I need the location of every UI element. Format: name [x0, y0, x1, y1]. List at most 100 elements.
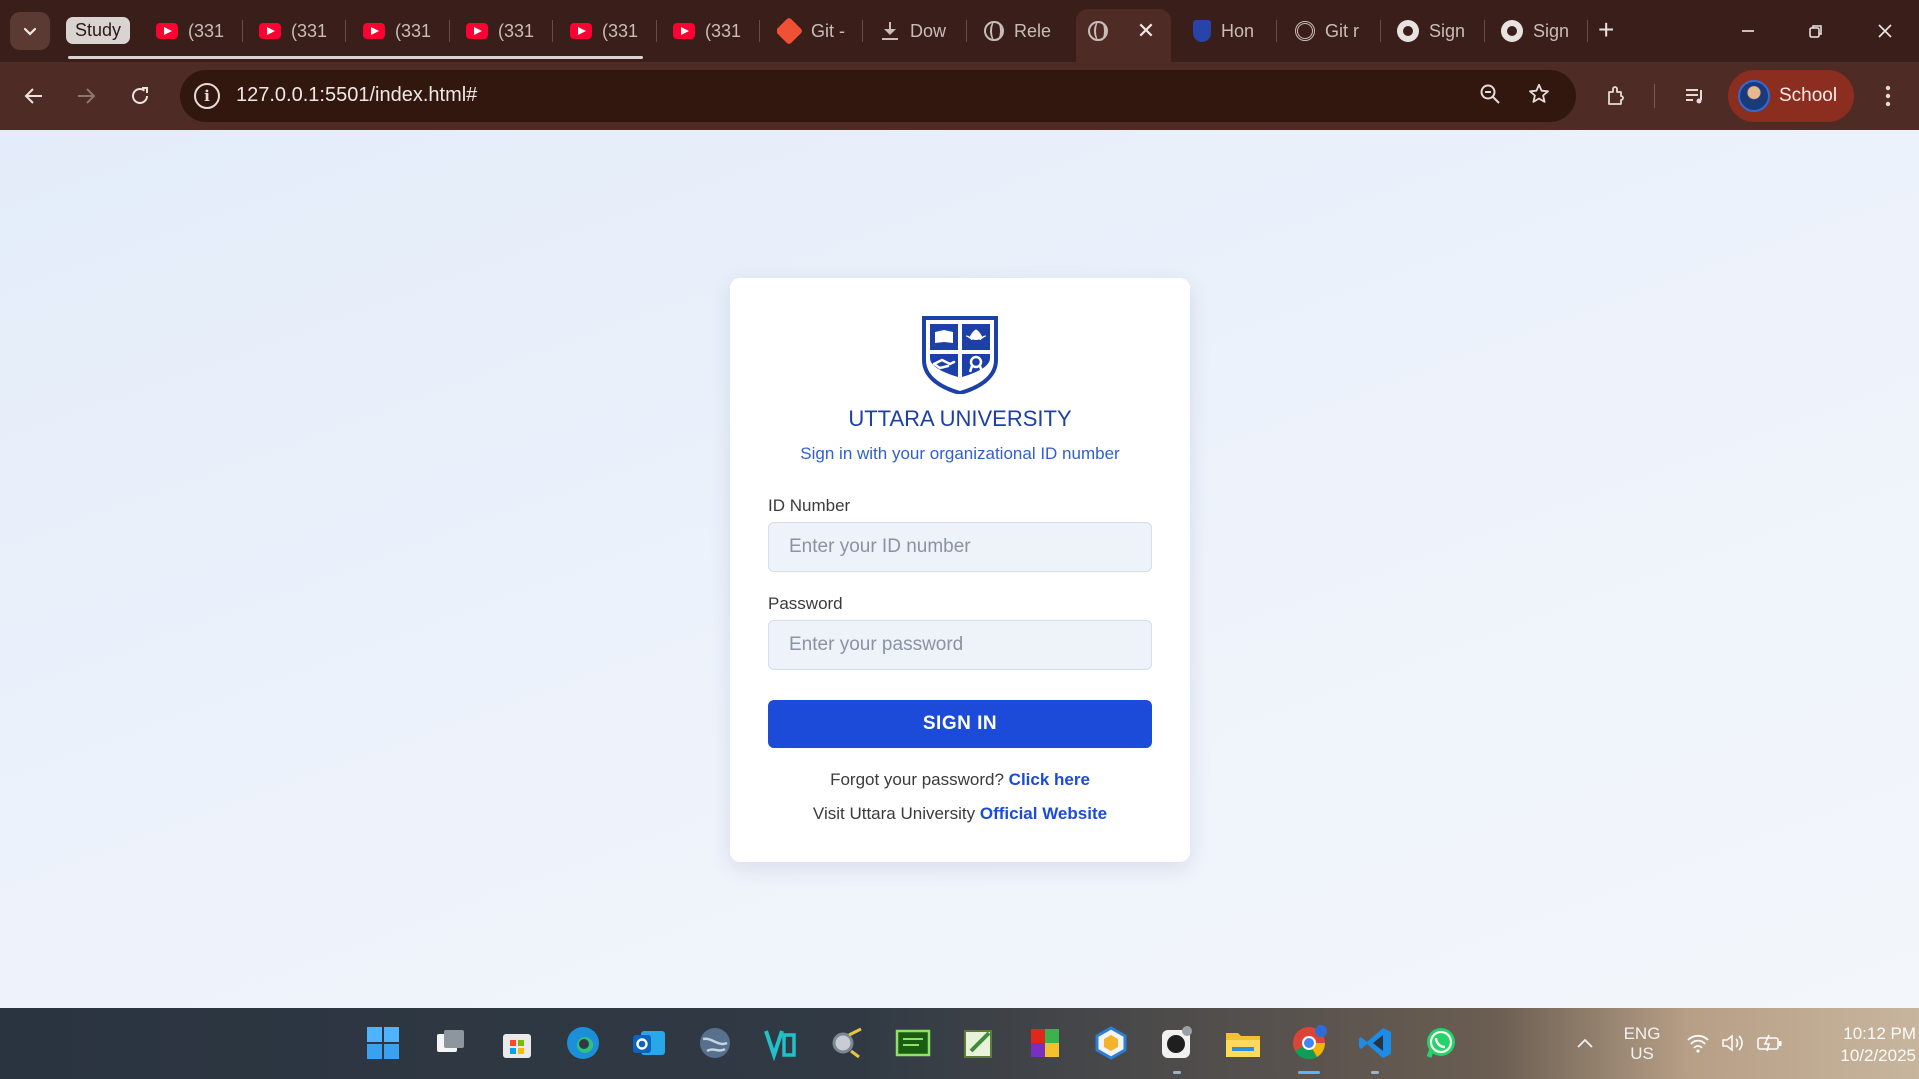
- address-bar[interactable]: i 127.0.0.1:5501/index.html#: [180, 70, 1576, 122]
- chrome-icon[interactable]: [1288, 1022, 1330, 1064]
- forgot-password-text: Forgot your password?: [830, 770, 1004, 789]
- tab-youtube-6[interactable]: (331: [673, 14, 745, 48]
- tab-git[interactable]: Git -: [777, 14, 847, 48]
- start-icon[interactable]: [362, 1022, 404, 1064]
- task-view-icon[interactable]: [430, 1022, 472, 1064]
- youtube-icon: [570, 23, 592, 39]
- store-icon[interactable]: [496, 1022, 538, 1064]
- password-input[interactable]: [768, 620, 1152, 670]
- file-explorer-icon[interactable]: [1222, 1022, 1264, 1064]
- tab-chatgpt[interactable]: Git r: [1295, 14, 1365, 48]
- tab-youtube-4[interactable]: (331: [466, 14, 538, 48]
- clock-time: 10:12 PM: [1843, 1024, 1916, 1043]
- tab-youtube-1[interactable]: (331: [156, 14, 228, 48]
- vb-studio-icon[interactable]: [760, 1022, 802, 1064]
- running-indicator-active: [1298, 1071, 1320, 1074]
- tab-youtube-5[interactable]: (331: [570, 14, 642, 48]
- url-text[interactable]: 127.0.0.1:5501/index.html#: [236, 84, 477, 107]
- battery-icon: [1757, 1034, 1782, 1052]
- office-icon[interactable]: [1024, 1022, 1066, 1064]
- tab-divider: [759, 20, 760, 42]
- minimize-button[interactable]: [1728, 14, 1768, 48]
- tab-divider: [966, 20, 967, 42]
- close-window-button[interactable]: [1865, 14, 1905, 48]
- media-control-icon[interactable]: [1675, 76, 1715, 116]
- tab-youtube-3[interactable]: (331: [363, 14, 435, 48]
- github-icon: [1397, 20, 1419, 42]
- terminal-icon[interactable]: [892, 1022, 934, 1064]
- visit-text: Visit Uttara University: [812, 804, 976, 823]
- arrow-left-icon: [24, 88, 42, 104]
- official-website-line: Visit Uttara University Official Website: [730, 804, 1190, 824]
- tab-divider: [552, 20, 553, 42]
- tab-group-label[interactable]: Study: [66, 17, 131, 44]
- git-icon: [777, 16, 804, 46]
- profile-button[interactable]: School: [1728, 70, 1854, 122]
- vscode-icon[interactable]: [1354, 1022, 1396, 1064]
- youtube-icon: [156, 23, 178, 39]
- forgot-password-link[interactable]: Click here: [1009, 770, 1090, 789]
- site-info-icon[interactable]: i: [194, 83, 220, 109]
- region-code: US: [1630, 1044, 1654, 1063]
- youtube-icon: [363, 23, 385, 39]
- minimize-icon: [1742, 30, 1754, 32]
- tab-downloads[interactable]: Dow: [880, 14, 952, 48]
- chevron-down-icon: [23, 27, 37, 36]
- tab-home[interactable]: Hon: [1193, 14, 1263, 48]
- university-shield-icon: [1193, 20, 1211, 42]
- tab-divider: [1587, 20, 1588, 42]
- youtube-icon: [466, 23, 488, 39]
- tab-active-favicon: [1088, 14, 1118, 48]
- globe-icon: [984, 21, 1004, 41]
- tab-divider: [345, 20, 346, 42]
- input-language-indicator[interactable]: ENG US: [1620, 1024, 1664, 1064]
- windows-taskbar: ENG US 10:12 PM 10/2/2025: [0, 1008, 1919, 1079]
- tab-github-2[interactable]: Sign: [1501, 14, 1571, 48]
- battery-status[interactable]: [1750, 1022, 1790, 1064]
- search-tool-icon[interactable]: [826, 1022, 868, 1064]
- browser-tab-strip: Study (331 (331 (331 (331 (331 (331 Git …: [0, 0, 1919, 62]
- restore-button[interactable]: [1796, 14, 1836, 48]
- youtube-icon: [259, 23, 281, 39]
- extensions-icon[interactable]: [1596, 76, 1636, 116]
- university-title: UTTARA UNIVERSITY: [848, 406, 1072, 431]
- profile-label: School: [1779, 85, 1838, 106]
- tab-releases[interactable]: Rele: [984, 14, 1056, 48]
- tab-search-button[interactable]: [10, 12, 50, 50]
- tab-youtube-2[interactable]: (331: [259, 14, 331, 48]
- github-desktop-icon[interactable]: [1156, 1022, 1198, 1064]
- restore-icon: [1809, 25, 1822, 38]
- download-icon: [880, 21, 900, 41]
- browser-globe-icon[interactable]: [694, 1022, 736, 1064]
- sign-in-button[interactable]: SIGN IN: [768, 700, 1152, 748]
- running-indicator: [1173, 1071, 1181, 1074]
- tab-divider: [449, 20, 450, 42]
- forward-button[interactable]: [66, 76, 106, 116]
- reload-button[interactable]: [120, 76, 160, 116]
- id-number-input[interactable]: [768, 522, 1152, 572]
- official-website-link[interactable]: Official Website: [980, 804, 1107, 823]
- menu-kebab-icon[interactable]: [1868, 76, 1908, 116]
- arrow-right-icon: [78, 88, 96, 104]
- tab-divider: [656, 20, 657, 42]
- id-number-label: ID Number: [768, 496, 851, 515]
- whatsapp-icon[interactable]: [1420, 1022, 1462, 1064]
- notes-icon[interactable]: [958, 1022, 1000, 1064]
- zoom-icon[interactable]: [1476, 82, 1504, 110]
- close-tab-icon[interactable]: ✕: [1135, 18, 1157, 44]
- box-app-icon[interactable]: [1090, 1022, 1132, 1064]
- openai-icon: [1295, 21, 1315, 41]
- system-clock[interactable]: 10:12 PM 10/2/2025: [1796, 1023, 1916, 1067]
- tab-github-1[interactable]: Sign: [1397, 14, 1469, 48]
- bookmark-star-icon[interactable]: [1525, 82, 1553, 110]
- outlook-icon[interactable]: [628, 1022, 670, 1064]
- github-icon: [1501, 20, 1523, 42]
- new-tab-button[interactable]: +: [1598, 14, 1614, 46]
- wifi-icon: [1687, 1034, 1709, 1053]
- tab-divider: [1380, 20, 1381, 42]
- edge-icon[interactable]: [562, 1022, 604, 1064]
- volume-status[interactable]: [1714, 1022, 1754, 1064]
- back-button[interactable]: [14, 76, 54, 116]
- reload-icon: [132, 87, 148, 104]
- tray-overflow-chevron-icon[interactable]: [1566, 1022, 1604, 1064]
